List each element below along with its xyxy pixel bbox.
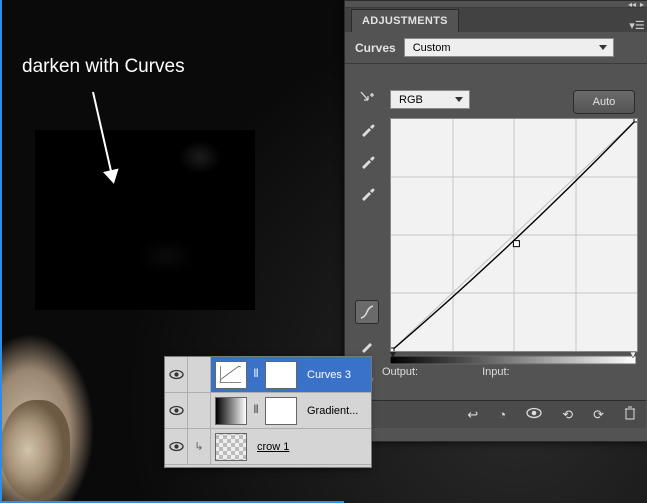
mask-thumb[interactable]: [265, 361, 297, 389]
return-icon[interactable]: ↩︎: [467, 407, 478, 423]
clip-icon[interactable]: ◔: [498, 407, 506, 422]
tab-adjustments[interactable]: ADJUSTMENTS: [351, 9, 459, 32]
layer-name[interactable]: crow 1: [257, 441, 289, 453]
channel-select[interactable]: RGB: [390, 90, 470, 109]
reset-icon[interactable]: ⟳: [593, 407, 604, 423]
panel-footer: ↩︎ ◔ ⟲ ⟳: [346, 400, 646, 428]
collapse-left-icon[interactable]: ◂◂: [628, 0, 636, 9]
channel-value: RGB: [399, 94, 423, 106]
curve-mode-button[interactable]: [355, 300, 379, 324]
visibility-toggle[interactable]: [165, 393, 188, 428]
adjustment-thumb[interactable]: [215, 361, 247, 389]
curves-graph[interactable]: [390, 118, 638, 352]
chevron-down-icon: [455, 97, 463, 102]
layer-row-crow1[interactable]: ↳ crow 1: [165, 429, 371, 465]
layer-row-gradient[interactable]: ⦀ Gradient...: [165, 393, 371, 429]
curves-label: Curves: [355, 41, 396, 55]
layer-row-curves3[interactable]: ⦀ Curves 3: [165, 357, 371, 393]
chevron-down-icon: [599, 45, 607, 50]
layers-panel-fragment: ⦀ Curves 3 ⦀ Gradient... ↳ crow 1: [164, 356, 372, 468]
targeted-adjust-tool[interactable]: [357, 88, 377, 108]
eyedropper-black-icon[interactable]: [357, 120, 377, 140]
annotation-arrow: [85, 90, 135, 200]
input-label: Input:: [482, 366, 510, 378]
adjustment-thumb[interactable]: [215, 397, 247, 425]
trash-icon[interactable]: [624, 406, 636, 423]
visibility-toggle[interactable]: [165, 357, 188, 392]
input-gradient[interactable]: [390, 352, 636, 366]
image-crow: [35, 130, 255, 310]
eyedropper-gray-icon[interactable]: [357, 152, 377, 172]
mask-link-icon[interactable]: ⦀: [251, 368, 261, 381]
collapse-right-icon[interactable]: ▸: [640, 0, 644, 9]
panel-menu-icon[interactable]: ▾☰: [626, 15, 647, 32]
output-label: Output:: [382, 366, 418, 378]
layer-name[interactable]: Curves 3: [307, 369, 351, 381]
layer-name[interactable]: Gradient...: [307, 405, 358, 417]
mask-link-icon[interactable]: ⦀: [251, 404, 261, 417]
auto-button[interactable]: Auto: [573, 90, 635, 114]
preset-value: Custom: [413, 42, 451, 54]
toggle-visibility-icon[interactable]: [526, 407, 542, 422]
mask-thumb[interactable]: [265, 397, 297, 425]
layer-thumb[interactable]: [215, 433, 247, 461]
selection-edge: [0, 0, 2, 503]
preset-select[interactable]: Custom: [404, 38, 614, 57]
eyedropper-white-icon[interactable]: [357, 184, 377, 204]
prev-state-icon[interactable]: ⟲: [562, 407, 573, 423]
annotation-text: darken with Curves: [22, 56, 185, 78]
image-ear: [0, 400, 70, 500]
panel-collapse-strip[interactable]: ◂◂ ▸: [345, 1, 647, 8]
pencil-mode-button[interactable]: [355, 334, 379, 358]
visibility-toggle[interactable]: [165, 429, 188, 464]
